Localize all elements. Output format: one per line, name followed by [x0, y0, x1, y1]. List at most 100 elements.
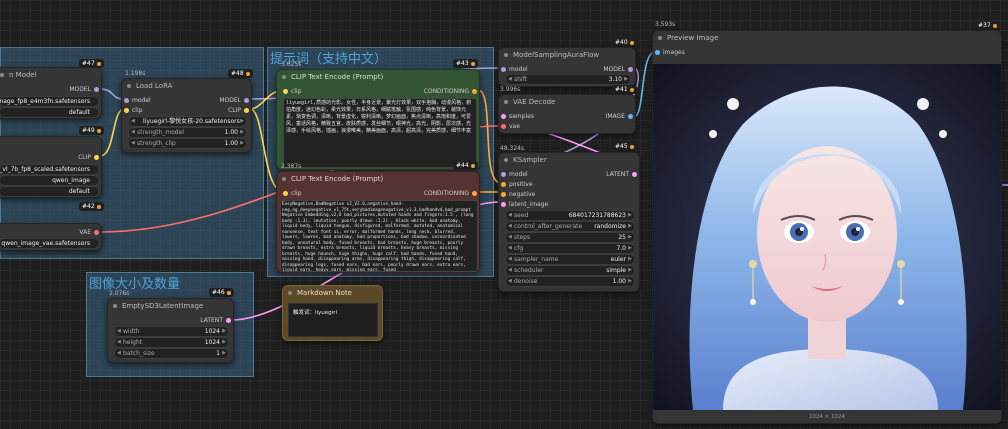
input-dot-clip[interactable]: [283, 89, 288, 94]
node-title: KSampler: [499, 153, 639, 167]
positive-prompt-textarea[interactable]: liyuegirl,质感的光影。女性，半身近景，聚光灯效果，双手抱胸，动漫风格，…: [283, 98, 477, 168]
input-label-model: model: [509, 66, 528, 73]
input-dot-positive[interactable]: [501, 182, 506, 187]
input-dot-vae[interactable]: [501, 124, 506, 129]
shift-field[interactable]: ◀ shift 3.10 ▶: [505, 74, 631, 85]
neg-clip-time: 2.387s: [281, 163, 302, 170]
lora-node-id: #48: [228, 69, 253, 78]
decode-time: 3.996s: [500, 86, 521, 93]
input-label-clip: clip: [132, 107, 143, 114]
node-title: n Model: [0, 68, 101, 82]
seed-field[interactable]: ◀ seed 684017231788623 ▶: [505, 210, 635, 221]
input-dot-clip[interactable]: [124, 108, 129, 113]
negative-clip-encode-node[interactable]: CLIP Text Encode (Prompt) clip CONDITION…: [276, 171, 480, 273]
pos-clip-time: 3.025s: [281, 61, 302, 68]
input-dot-model[interactable]: [124, 98, 129, 103]
output-label-model: MODEL: [69, 86, 91, 93]
clip-type-field[interactable]: qwen_image: [0, 175, 99, 186]
input-label-latent-image: latent_image: [509, 201, 549, 208]
output-dot-clip[interactable]: [94, 155, 99, 160]
input-dot-latent-image[interactable]: [501, 202, 506, 207]
scheduler-field[interactable]: ◀ scheduler simple ▶: [505, 265, 635, 276]
model-node-id: #47: [79, 59, 104, 68]
image-size-caption: 1024 × 1024: [808, 414, 846, 420]
cfg-field[interactable]: ◀ cfg 7.0 ▶: [505, 243, 635, 254]
input-dot-negative[interactable]: [501, 192, 506, 197]
generated-portrait-image[interactable]: [653, 64, 1001, 410]
output-dot-clip[interactable]: [244, 108, 249, 113]
batch-size-field[interactable]: ◀ batch_size 1 ▶: [114, 348, 229, 359]
strength-model-field[interactable]: ◀ strength_model 1.00 ▶: [128, 127, 247, 138]
positive-clip-encode-node[interactable]: CLIP Text Encode (Prompt) clip CONDITION…: [276, 69, 480, 170]
output-dot-conditioning[interactable]: [472, 191, 477, 196]
node-title: ModelSamplingAuraFlow: [499, 48, 635, 62]
model-sampling-aura-node[interactable]: ModelSamplingAuraFlow model MODEL ◀ shift…: [498, 47, 636, 87]
node-title: Preview Image: [653, 31, 1001, 45]
latent-time: 2.076s: [109, 290, 130, 297]
ksampler-node[interactable]: KSampler model LATENT positive negative …: [498, 152, 640, 292]
negative-prompt-textarea[interactable]: EasyNegative,BadNegative v2_V2.0,negativ…: [280, 200, 478, 272]
latent-node-id: #46: [209, 288, 234, 297]
output-label-conditioning: CONDITIONING: [423, 88, 469, 95]
markdown-note-node[interactable]: Markdown Note 触发词：liyuegirl: [282, 285, 383, 341]
input-label-model: model: [509, 171, 528, 178]
note-body[interactable]: 触发词：liyuegirl: [288, 303, 378, 337]
input-dot-model[interactable]: [501, 172, 506, 177]
strength-clip-field[interactable]: ◀ strength_clip 1.00 ▶: [128, 138, 247, 149]
output-dot-latent[interactable]: [226, 318, 231, 323]
vae-decode-node[interactable]: VAE Decode samples IMAGE vae: [498, 94, 636, 134]
output-dot-model[interactable]: [244, 98, 249, 103]
node-title: Markdown Note: [283, 286, 382, 300]
output-label-vae: VAE: [79, 229, 91, 236]
output-dot-vae[interactable]: [94, 230, 99, 235]
input-dot-clip[interactable]: [283, 191, 288, 196]
denoise-field[interactable]: ◀ denoise 1.00 ▶: [505, 276, 635, 287]
output-label-model: MODEL: [219, 97, 241, 104]
neg-clip-id: #44: [453, 161, 478, 170]
output-dot-image[interactable]: [628, 114, 633, 119]
sampler-name-field[interactable]: ◀ sampler_name euler ▶: [505, 254, 635, 265]
clip-loader-node[interactable]: CLIP _vl_7b_fp8_scaled.safetensors qwen_…: [0, 136, 102, 198]
output-label-latent: LATENT: [200, 317, 223, 324]
output-dot-conditioning[interactable]: [472, 89, 477, 94]
unet-loader-node[interactable]: n Model MODEL image_fp8_e4m3fn.safetenso…: [0, 67, 102, 119]
input-label-vae: vae: [509, 123, 520, 130]
output-label-image: IMAGE: [605, 113, 625, 120]
empty-latent-node[interactable]: EmptySD3LatentImage LATENT ◀ width 1024 ▶ ◀…: [107, 298, 234, 363]
clip-device-field[interactable]: default: [0, 186, 99, 197]
vae-name-field[interactable]: qwen_image_vae.safetensors: [0, 238, 99, 249]
height-field[interactable]: ◀ height 1024 ▶: [114, 337, 229, 348]
output-dot-model[interactable]: [94, 87, 99, 92]
lora-name-field[interactable]: ◀ liyuegirl-黎悦女孩-20.safetensors ▶: [128, 116, 247, 127]
output-label-clip: CLIP: [228, 107, 241, 114]
node-title: EmptySD3LatentImage: [108, 299, 233, 313]
input-label-model: model: [132, 97, 151, 104]
preview-image-node[interactable]: Preview Image images 1024 × 1024: [652, 30, 1002, 424]
output-label-conditioning: CONDITIONING: [423, 190, 469, 197]
input-dot-images[interactable]: [655, 50, 660, 55]
clip-name-field[interactable]: _vl_7b_fp8_scaled.safetensors: [0, 164, 99, 175]
width-field[interactable]: ◀ width 1024 ▶: [114, 326, 229, 337]
output-label-clip: CLIP: [78, 154, 91, 161]
input-label-negative: negative: [509, 191, 536, 198]
steps-field[interactable]: ◀ steps 25 ▶: [505, 232, 635, 243]
note-text: 触发词：liyuegirl: [293, 310, 337, 316]
clip-node-id: #49: [79, 126, 104, 135]
input-dot-model[interactable]: [501, 67, 506, 72]
output-label-model: MODEL: [603, 66, 625, 73]
input-label-images: images: [663, 49, 685, 56]
output-dot-model[interactable]: [628, 67, 633, 72]
preview-time: 3.593s: [655, 21, 676, 28]
input-label-positive: positive: [509, 181, 533, 188]
vae-loader-node[interactable]: VAE qwen_image_vae.safetensors: [0, 223, 102, 251]
load-lora-node[interactable]: Load LoRA model MODEL clip CLIP ◀ liyuegi…: [121, 78, 252, 153]
output-dot-latent[interactable]: [632, 172, 637, 177]
input-dot-samples[interactable]: [501, 114, 506, 119]
node-title: CLIP Text Encode (Prompt): [277, 70, 479, 84]
input-label-clip: clip: [291, 190, 302, 197]
control-after-generate-field[interactable]: ◀ control_after_generate randomize ▶: [505, 221, 635, 232]
weight-dtype-field[interactable]: default: [0, 107, 99, 118]
lora-time: 1.198s: [125, 70, 146, 77]
decode-node-id: #41: [612, 85, 637, 94]
unet-name-field[interactable]: image_fp8_e4m3fn.safetensors: [0, 96, 99, 107]
